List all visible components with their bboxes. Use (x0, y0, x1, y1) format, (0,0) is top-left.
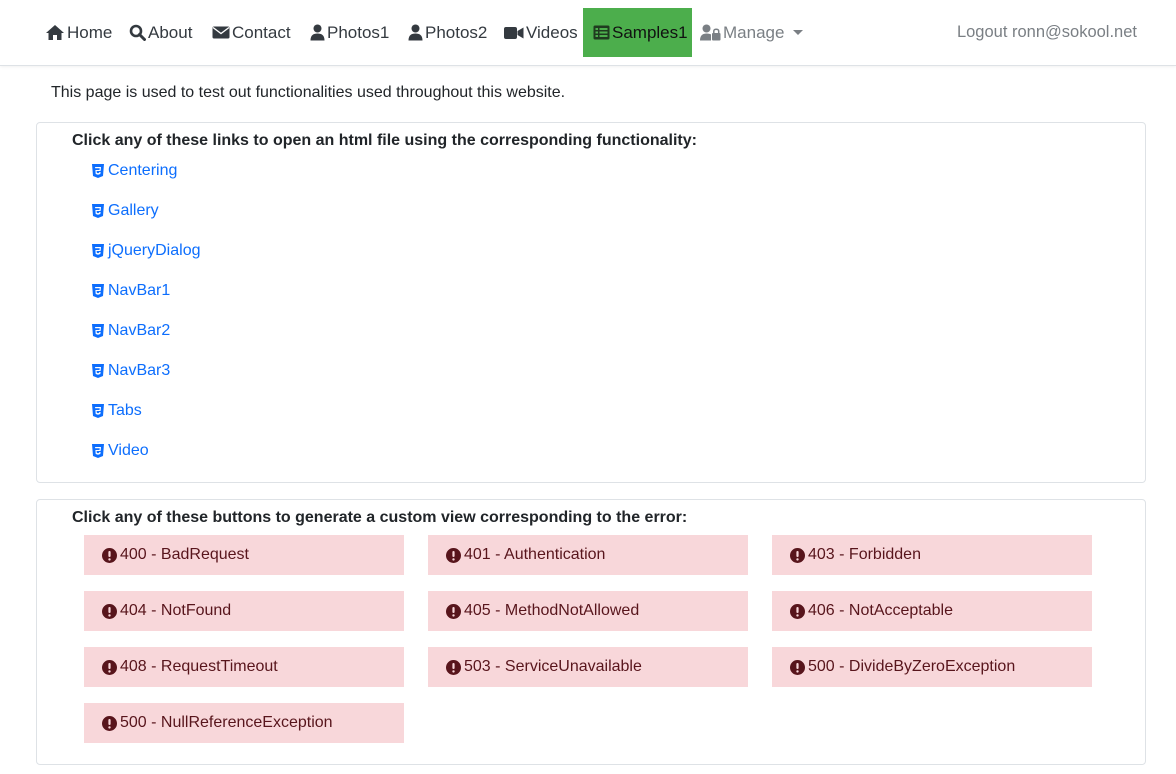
error-button-label: 401 - Authentication (464, 546, 606, 563)
links-card: Click any of these links to open an html… (36, 122, 1146, 483)
home-icon (46, 25, 64, 40)
error-403-button[interactable]: 403 - Forbidden (772, 535, 1092, 575)
nav-manage-dropdown[interactable]: Manage (700, 8, 804, 57)
error-500-dividebyzero-button[interactable]: 500 - DivideByZeroException (772, 647, 1092, 687)
error-button-label: 408 - RequestTimeout (120, 658, 278, 675)
nav-videos-label: Videos (526, 22, 578, 42)
nav-contact[interactable]: Contact (212, 8, 291, 57)
video-camera-icon (504, 26, 524, 39)
errors-card-title: Click any of these buttons to generate a… (72, 509, 688, 526)
error-400-button[interactable]: 400 - BadRequest (84, 535, 404, 575)
link-label: Gallery (108, 202, 159, 219)
link-navbar1[interactable]: NavBar1 (92, 280, 170, 302)
link-navbar2[interactable]: NavBar2 (92, 320, 170, 342)
user-icon (408, 24, 423, 41)
html5-icon (92, 404, 104, 418)
logout-link[interactable]: Logout ronn@sokool.net (957, 8, 1137, 57)
error-button-label: 403 - Forbidden (808, 546, 921, 563)
exclamation-circle-icon (102, 715, 117, 731)
nav-photos2[interactable]: Photos2 (408, 8, 487, 57)
error-button-label: 503 - ServiceUnavailable (464, 658, 642, 675)
exclamation-circle-icon (446, 659, 461, 675)
error-404-button[interactable]: 404 - NotFound (84, 591, 404, 631)
html5-icon (92, 444, 104, 458)
link-jquerydialog[interactable]: jQueryDialog (92, 240, 200, 262)
exclamation-circle-icon (446, 547, 461, 563)
error-408-button[interactable]: 408 - RequestTimeout (84, 647, 404, 687)
exclamation-circle-icon (790, 659, 805, 675)
nav-about-label: About (148, 22, 193, 42)
error-button-label: 406 - NotAcceptable (808, 602, 953, 619)
nav-manage-label: Manage (723, 22, 785, 42)
links-card-title: Click any of these links to open an html… (72, 132, 697, 149)
link-centering[interactable]: Centering (92, 160, 177, 182)
link-label: NavBar1 (108, 282, 171, 299)
nav-photos1-label: Photos1 (327, 22, 390, 42)
link-label: NavBar3 (108, 362, 171, 379)
html5-icon (92, 364, 104, 378)
nav-contact-label: Contact (232, 22, 291, 42)
search-icon (129, 24, 146, 41)
nav-samples1[interactable]: Samples1 (583, 8, 692, 57)
list-icon (593, 25, 610, 40)
link-label: NavBar2 (108, 322, 171, 339)
link-label: Centering (108, 162, 178, 179)
nav-about[interactable]: About (129, 8, 192, 57)
exclamation-circle-icon (102, 659, 117, 675)
link-gallery[interactable]: Gallery (92, 200, 159, 222)
error-401-button[interactable]: 401 - Authentication (428, 535, 748, 575)
html5-icon (92, 164, 104, 178)
nav-videos[interactable]: Videos (504, 8, 578, 57)
exclamation-circle-icon (790, 603, 805, 619)
html5-icon (92, 284, 104, 298)
error-500-nullreference-button[interactable]: 500 - NullReferenceException (84, 703, 404, 743)
nav-samples1-label: Samples1 (612, 22, 688, 42)
nav-home[interactable]: Home (45, 8, 112, 57)
html5-icon (92, 324, 104, 338)
error-406-button[interactable]: 406 - NotAcceptable (772, 591, 1092, 631)
user-lock-icon (700, 24, 721, 41)
intro-text: This page is used to test out functional… (51, 84, 566, 101)
error-405-button[interactable]: 405 - MethodNotAllowed (428, 591, 748, 631)
error-button-label: 405 - MethodNotAllowed (464, 602, 640, 619)
error-button-label: 500 - DivideByZeroException (808, 658, 1016, 675)
error-button-label: 404 - NotFound (120, 602, 232, 619)
chevron-down-icon (793, 30, 804, 35)
nav-photos2-label: Photos2 (425, 22, 488, 42)
exclamation-circle-icon (790, 547, 805, 563)
html5-icon (92, 204, 104, 218)
link-tabs[interactable]: Tabs (92, 400, 142, 422)
user-icon (310, 24, 325, 41)
error-503-button[interactable]: 503 - ServiceUnavailable (428, 647, 748, 687)
html5-icon (92, 244, 104, 258)
errors-card: Click any of these buttons to generate a… (36, 499, 1146, 765)
exclamation-circle-icon (446, 603, 461, 619)
error-button-label: 400 - BadRequest (120, 546, 249, 563)
exclamation-circle-icon (102, 547, 117, 563)
link-label: Tabs (108, 402, 142, 419)
top-navbar: Home About Contact Photos1 Photos2 Video… (0, 0, 1176, 66)
error-button-label: 500 - NullReferenceException (120, 714, 333, 731)
link-label: jQueryDialog (108, 242, 201, 259)
link-navbar3[interactable]: NavBar3 (92, 360, 170, 382)
exclamation-circle-icon (102, 603, 117, 619)
link-video[interactable]: Video (92, 440, 149, 462)
nav-home-label: Home (67, 22, 113, 42)
envelope-icon (212, 26, 230, 39)
nav-photos1[interactable]: Photos1 (310, 8, 389, 57)
link-label: Video (108, 442, 149, 459)
